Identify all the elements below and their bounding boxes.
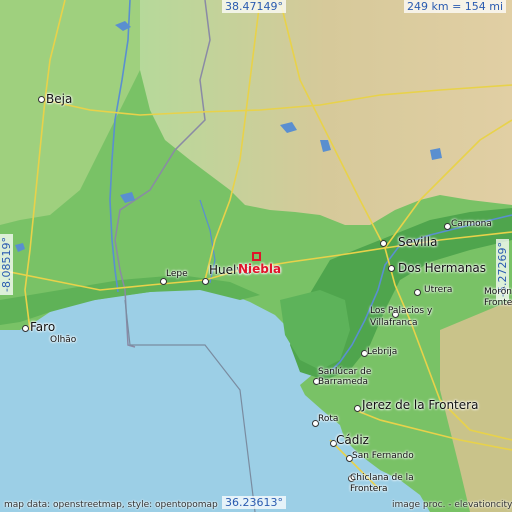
map-view[interactable]: 38.47149° 36.23613° -8.08519° -5.27269° …: [0, 0, 512, 512]
cadiz-label: Cádiz: [336, 433, 369, 447]
attribution-left: map data: openstreetmap, style: opentopo…: [4, 500, 218, 510]
huelva-marker: [202, 278, 209, 285]
niebla-marker[interactable]: [252, 252, 261, 261]
sevilla-marker: [380, 240, 387, 247]
beja-label: Beja: [46, 92, 73, 106]
attribution-right: image proc. - elevationcity: [392, 500, 512, 510]
los-palacios-label-1: Los Palacios y: [370, 306, 433, 316]
carmona-label: Carmona: [451, 219, 492, 229]
lepe-label: Lepe: [166, 269, 188, 279]
los-palacios-label-2: Villafranca: [370, 318, 418, 328]
sanlucar-label-1: Sanlúcar de: [318, 367, 372, 377]
sevilla-label: Sevilla: [398, 235, 438, 249]
sanlucar-label-2: Barrameda: [318, 377, 368, 387]
faro-label: Faro: [30, 320, 56, 334]
moron-label-2: Fronte: [484, 298, 512, 308]
faro-marker: [22, 325, 29, 332]
coord-south: 36.23613°: [222, 496, 286, 509]
san-fernando-label: San Fernando: [352, 451, 414, 461]
chiclana-label-1: Chiclana de la: [350, 473, 414, 483]
moron-label-1: Morón: [484, 287, 512, 297]
dos-hermanas-marker: [388, 265, 395, 272]
niebla-label[interactable]: Niebla: [238, 262, 281, 276]
olhao-label: Olhão: [50, 335, 77, 345]
lebrija-label: Lebrija: [367, 347, 398, 357]
carmona-marker: [444, 223, 451, 230]
chiclana-label-2: Frontera: [350, 484, 388, 494]
utrera-label: Utrera: [424, 285, 453, 295]
coord-north: 38.47149°: [222, 0, 286, 13]
beja-marker: [38, 96, 45, 103]
dos-hermanas-label: Dos Hermanas: [398, 261, 487, 275]
utrera-marker: [414, 289, 421, 296]
coord-west: -8.08519°: [0, 234, 13, 295]
scale-readout: 249 km = 154 mi: [404, 0, 507, 13]
lepe-marker: [160, 278, 167, 285]
jerez-label: Jerez de la Frontera: [362, 398, 479, 412]
rota-label: Rota: [318, 414, 339, 424]
jerez-marker: [354, 405, 361, 412]
